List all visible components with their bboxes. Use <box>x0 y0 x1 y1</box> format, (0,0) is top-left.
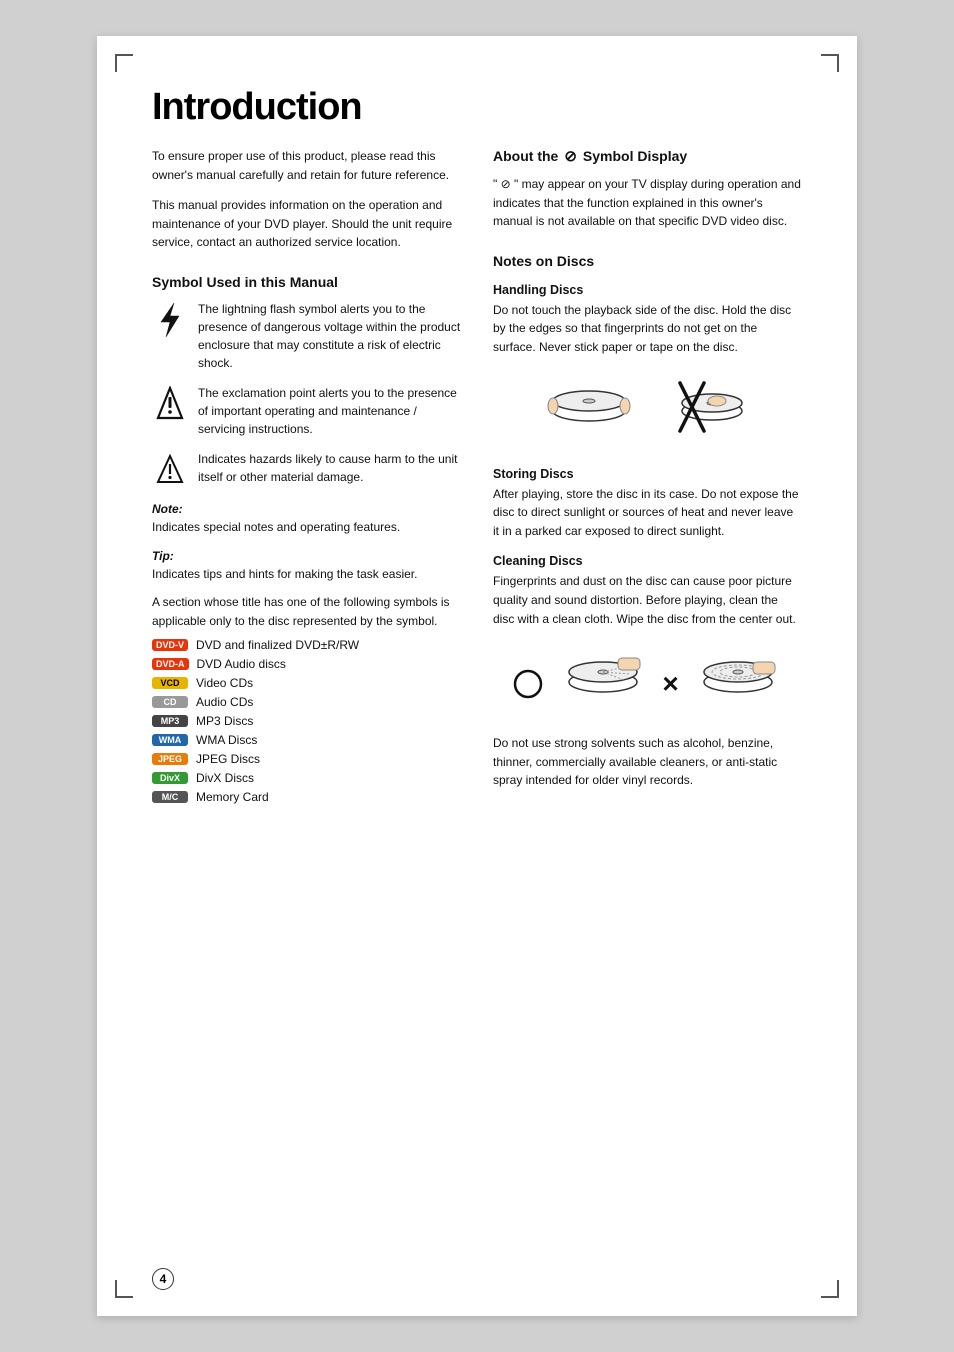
disc-item-wma: WMA WMA Discs <box>152 733 461 747</box>
disc-item-dvda: DVD-A DVD Audio discs <box>152 657 461 671</box>
symbol-lightning-row: The lightning flash symbol alerts you to… <box>152 300 461 372</box>
badge-dvda: DVD-A <box>152 658 189 670</box>
disc-label-divx: DivX Discs <box>196 771 254 785</box>
tip-label: Tip: <box>152 549 174 563</box>
handling-discs-subtitle: Handling Discs <box>493 283 802 297</box>
x-mark-icon: × <box>662 668 678 700</box>
about-symbol-after: Symbol Display <box>583 148 687 164</box>
note-text: Indicates special notes and operating fe… <box>152 520 400 534</box>
disc-good-image <box>544 373 634 453</box>
symbol-triangle-row: Indicates hazards likely to cause harm t… <box>152 450 461 488</box>
disc-label-mc: Memory Card <box>196 790 269 804</box>
badge-mp3: MP3 <box>152 715 188 727</box>
disc-label-dvdv: DVD and finalized DVD±R/RW <box>196 638 359 652</box>
no-solvents-text: Do not use strong solvents such as alcoh… <box>493 734 802 790</box>
symbol-exclamation-text: The exclamation point alerts you to the … <box>198 384 461 438</box>
tip-block: Tip: Indicates tips and hints for making… <box>152 547 461 584</box>
disc-label-vcd: Video CDs <box>196 676 253 690</box>
storing-discs-subtitle: Storing Discs <box>493 467 802 481</box>
right-column: About the ⊘ Symbol Display " ⊘ " may app… <box>493 147 802 809</box>
cleaning-incorrect-disc <box>693 644 783 724</box>
cleaning-correct-disc <box>558 644 648 724</box>
corner-mark-br <box>821 1280 839 1298</box>
page: Introduction To ensure proper use of thi… <box>97 36 857 1316</box>
page-title: Introduction <box>152 86 802 129</box>
intro-para-1: To ensure proper use of this product, pl… <box>152 147 461 184</box>
disc-label-dvda: DVD Audio discs <box>197 657 286 671</box>
note-block: Note: Indicates special notes and operat… <box>152 500 461 537</box>
triangle-icon <box>152 452 188 488</box>
disc-bad-image <box>662 373 752 453</box>
intro-para-2: This manual provides information on the … <box>152 196 461 252</box>
about-symbol-title: About the ⊘ Symbol Display <box>493 147 802 165</box>
about-symbol-symbol: ⊘ <box>564 147 577 165</box>
badge-divx: DivX <box>152 772 188 784</box>
tip-text: Indicates tips and hints for making the … <box>152 567 417 581</box>
symbol-exclamation-row: The exclamation point alerts you to the … <box>152 384 461 438</box>
disc-label-jpeg: JPEG Discs <box>196 752 260 766</box>
disc-item-divx: DivX DivX Discs <box>152 771 461 785</box>
disc-item-cd: CD Audio CDs <box>152 695 461 709</box>
storing-discs-body: After playing, store the disc in its cas… <box>493 485 802 541</box>
exclamation-icon <box>152 386 188 422</box>
disc-item-vcd: VCD Video CDs <box>152 676 461 690</box>
cleaning-disc-images: × <box>493 644 802 724</box>
badge-jpeg: JPEG <box>152 753 188 765</box>
disc-item-jpeg: JPEG JPEG Discs <box>152 752 461 766</box>
note-label: Note: <box>152 502 183 516</box>
badge-dvdv: DVD-V <box>152 639 188 651</box>
lightning-icon <box>152 302 188 338</box>
cleaning-discs-body: Fingerprints and dust on the disc can ca… <box>493 572 802 628</box>
correct-circle-icon <box>512 668 544 700</box>
badge-cd: CD <box>152 696 188 708</box>
section-applicable-text: A section whose title has one of the fol… <box>152 593 461 630</box>
corner-mark-tl <box>115 54 133 72</box>
disc-label-mp3: MP3 Discs <box>196 714 253 728</box>
corner-mark-tr <box>821 54 839 72</box>
disc-label-cd: Audio CDs <box>196 695 253 709</box>
cleaning-discs-subtitle: Cleaning Discs <box>493 554 802 568</box>
badge-wma: WMA <box>152 734 188 746</box>
handling-discs-body: Do not touch the playback side of the di… <box>493 301 802 357</box>
left-column: To ensure proper use of this product, pl… <box>152 147 461 809</box>
disc-item-dvdv: DVD-V DVD and finalized DVD±R/RW <box>152 638 461 652</box>
page-number: 4 <box>152 1268 174 1290</box>
content-grid: To ensure proper use of this product, pl… <box>152 147 802 809</box>
badge-mc: M/C <box>152 791 188 803</box>
about-symbol-body: " ⊘ " may appear on your TV display duri… <box>493 175 802 231</box>
disc-type-list: DVD-V DVD and finalized DVD±R/RW DVD-A D… <box>152 638 461 804</box>
symbol-section-title: Symbol Used in this Manual <box>152 274 461 290</box>
disc-item-mp3: MP3 MP3 Discs <box>152 714 461 728</box>
about-symbol-before: About the <box>493 148 558 164</box>
handling-disc-images <box>493 373 802 453</box>
notes-on-discs-title: Notes on Discs <box>493 253 802 269</box>
badge-vcd: VCD <box>152 677 188 689</box>
symbol-lightning-text: The lightning flash symbol alerts you to… <box>198 300 461 372</box>
symbol-triangle-text: Indicates hazards likely to cause harm t… <box>198 450 461 486</box>
disc-label-wma: WMA Discs <box>196 733 257 747</box>
corner-mark-bl <box>115 1280 133 1298</box>
disc-item-mc: M/C Memory Card <box>152 790 461 804</box>
